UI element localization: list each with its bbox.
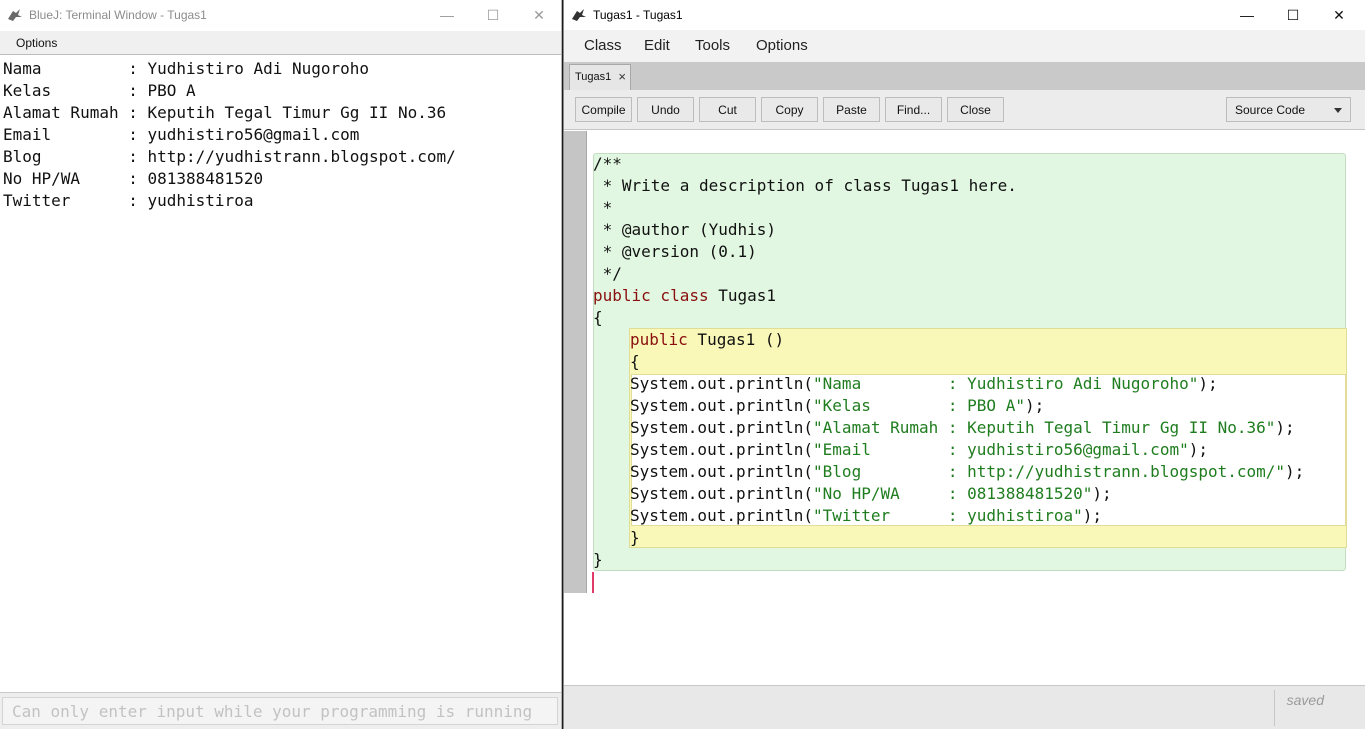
editor-toolbar: Compile Undo Cut Copy Paste Find... Clos…: [564, 90, 1365, 130]
code-line-println: System.out.println("Kelas : PBO A");: [593, 395, 1353, 417]
close-button[interactable]: Close: [947, 97, 1004, 122]
call-end: );: [1188, 440, 1208, 459]
code-line-println: System.out.println("Blog : http://yudhis…: [593, 461, 1353, 483]
output-line: Email : yudhistiro56@gmail.com: [3, 125, 360, 144]
menu-edit[interactable]: Edit: [644, 37, 670, 54]
output-line: Nama : Yudhistiro Adi Nugoroho: [3, 59, 370, 78]
code-line-comment: /**: [593, 154, 622, 173]
chevron-down-icon: [1334, 108, 1342, 113]
close-icon[interactable]: ✕: [1316, 0, 1362, 30]
terminal-menubar: Options: [0, 31, 561, 55]
code-line-brace: {: [593, 308, 603, 327]
call-end: );: [1198, 374, 1218, 393]
source-code[interactable]: /** * Write a description of class Tugas…: [593, 153, 1353, 571]
call: System.out.println(: [630, 484, 814, 503]
code-line-comment: * @author (Yudhis): [593, 220, 777, 239]
string-literal: "Alamat Rumah : Keputih Tegal Timur Gg I…: [813, 418, 1276, 437]
terminal-input-bar: [0, 692, 561, 729]
save-status: saved: [1286, 692, 1324, 708]
call-end: );: [1092, 484, 1112, 503]
tab-label: Tugas1: [575, 71, 612, 83]
text-cursor: [592, 572, 594, 593]
ctor-signature: Tugas1 (): [687, 330, 785, 349]
call: System.out.println(: [630, 374, 814, 393]
terminal-input[interactable]: [2, 697, 558, 725]
code-line-class-decl: public class Tugas1: [593, 285, 1353, 307]
keyword: public: [630, 330, 688, 349]
output-line: No HP/WA : 081388481520: [3, 169, 264, 188]
code-line-ctor-decl: public Tugas1 (): [593, 329, 1353, 351]
keyword: public class: [593, 286, 709, 305]
paste-button[interactable]: Paste: [823, 97, 880, 122]
code-line-println: System.out.println("Nama : Yudhistiro Ad…: [593, 373, 1353, 395]
bluej-bird-icon: [572, 9, 586, 21]
editor-title: Tugas1 - Tugas1: [593, 8, 683, 22]
compile-button[interactable]: Compile: [575, 97, 632, 122]
menu-options[interactable]: Options: [16, 36, 57, 50]
view-select[interactable]: Source Code: [1226, 97, 1351, 122]
tab-bar: Tugas1 ×: [564, 62, 1365, 90]
terminal-title: BlueJ: Terminal Window - Tugas1: [29, 8, 207, 22]
string-literal: "Blog : http://yudhistrann.blogspot.com/…: [813, 462, 1286, 481]
call-end: );: [1275, 418, 1295, 437]
code-line-println: System.out.println("Alamat Rumah : Keput…: [593, 417, 1353, 439]
string-literal: "Nama : Yudhistiro Adi Nugoroho": [813, 374, 1199, 393]
terminal-titlebar: BlueJ: Terminal Window - Tugas1 — ☐ ✕: [0, 0, 561, 30]
editor-menubar: Class Edit Tools Options: [564, 30, 1365, 62]
call: System.out.println(: [630, 440, 814, 459]
maximize-icon[interactable]: ☐: [1270, 0, 1316, 30]
maximize-icon[interactable]: ☐: [470, 0, 516, 30]
undo-button[interactable]: Undo: [637, 97, 694, 122]
cut-button[interactable]: Cut: [699, 97, 756, 122]
output-line: Twitter : yudhistiroa: [3, 191, 254, 210]
find-button[interactable]: Find...: [885, 97, 942, 122]
minimize-icon[interactable]: —: [424, 0, 470, 30]
code-line-brace: {: [630, 352, 640, 371]
code-line-println: System.out.println("Email : yudhistiro56…: [593, 439, 1353, 461]
class-name: Tugas1: [708, 286, 777, 305]
code-line-brace: }: [630, 528, 640, 547]
code-line-comment: * @version (0.1): [593, 242, 757, 261]
line-gutter[interactable]: [564, 131, 587, 593]
call-end: );: [1285, 462, 1305, 481]
minimize-icon[interactable]: —: [1224, 0, 1270, 30]
status-bar: saved: [564, 685, 1365, 729]
call: System.out.println(: [630, 418, 814, 437]
output-line: Alamat Rumah : Keputih Tegal Timur Gg II…: [3, 103, 447, 122]
editor-window: Tugas1 - Tugas1 — ☐ ✕ Class Edit Tools O…: [563, 0, 1365, 729]
copy-button[interactable]: Copy: [761, 97, 818, 122]
string-literal: "No HP/WA : 081388481520": [813, 484, 1093, 503]
status-divider: [1274, 690, 1275, 726]
output-line: Kelas : PBO A: [3, 81, 196, 100]
call: System.out.println(: [630, 462, 814, 481]
call-end: );: [1024, 396, 1045, 415]
view-select-value: Source Code: [1235, 103, 1306, 117]
menu-class[interactable]: Class: [584, 37, 622, 54]
code-line-comment: * Write a description of class Tugas1 he…: [593, 176, 1017, 195]
string-literal: "Kelas : PBO A": [813, 396, 1025, 415]
call: System.out.println(: [630, 396, 814, 415]
bluej-bird-icon: [8, 9, 22, 21]
terminal-output: Nama : Yudhistiro Adi Nugoroho Kelas : P…: [0, 56, 561, 692]
tab-tugas1[interactable]: Tugas1 ×: [569, 64, 631, 90]
code-line-println: System.out.println("Twitter : yudhistiro…: [593, 505, 1353, 527]
menu-tools[interactable]: Tools: [695, 37, 730, 54]
code-line-println: System.out.println("No HP/WA : 081388481…: [593, 483, 1353, 505]
string-literal: "Email : yudhistiro56@gmail.com": [813, 440, 1189, 459]
call-end: );: [1082, 506, 1103, 525]
code-line-comment: *: [593, 198, 613, 217]
call: System.out.println(: [630, 506, 814, 525]
code-line-comment: */: [593, 264, 622, 283]
close-icon[interactable]: ✕: [516, 0, 561, 30]
output-line: Blog : http://yudhistrann.blogspot.com/: [3, 147, 456, 166]
code-editor[interactable]: /** * Write a description of class Tugas…: [564, 131, 1365, 685]
code-line-brace: }: [593, 550, 603, 569]
string-literal: "Twitter : yudhistiroa": [813, 506, 1083, 525]
terminal-window: BlueJ: Terminal Window - Tugas1 — ☐ ✕ Op…: [0, 0, 562, 729]
menu-options[interactable]: Options: [756, 37, 808, 54]
editor-titlebar: Tugas1 - Tugas1 — ☐ ✕: [564, 0, 1365, 30]
close-tab-icon[interactable]: ×: [618, 69, 626, 84]
